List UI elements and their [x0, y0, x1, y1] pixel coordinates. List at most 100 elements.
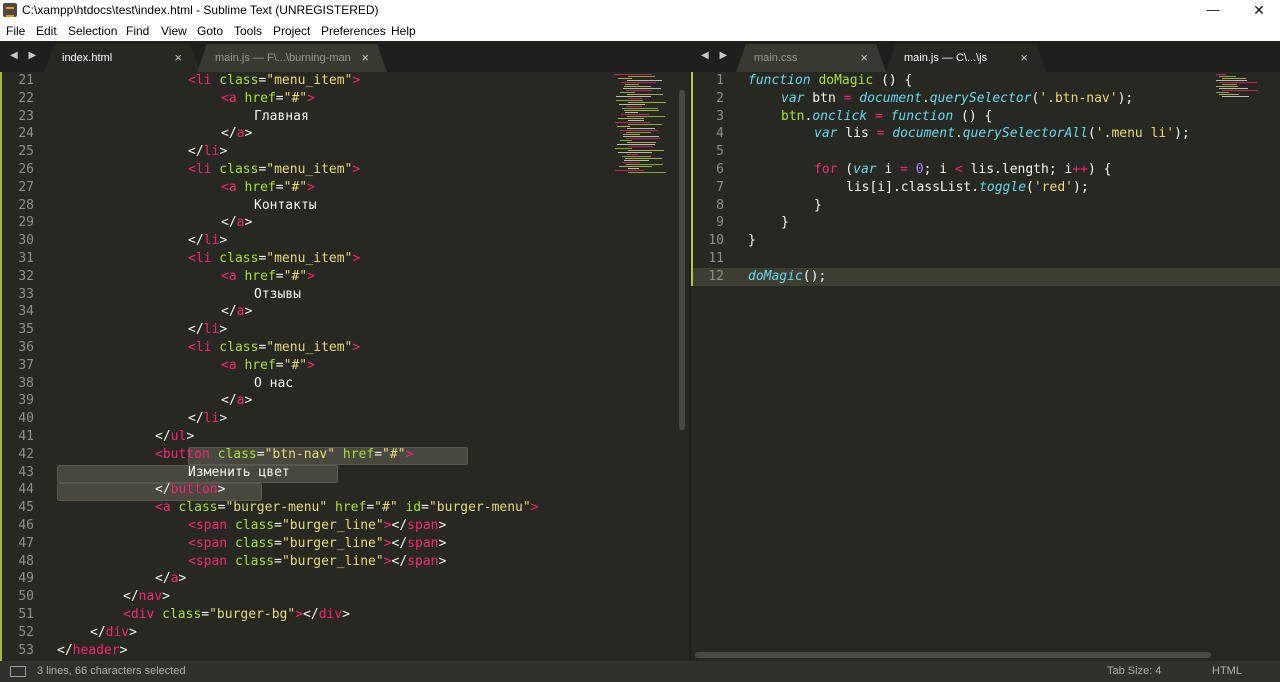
code-token: <a: [221, 268, 237, 284]
menu-goto[interactable]: Goto: [197, 24, 223, 38]
line-number: 7: [716, 179, 724, 195]
code-token: "burger_line": [281, 553, 384, 569]
menu-help[interactable]: Help: [391, 24, 416, 38]
close-tab-icon[interactable]: ×: [1020, 50, 1028, 65]
tab-nav-arrows[interactable]: ◀ ▶: [10, 50, 40, 61]
line-number: 4: [716, 126, 724, 142]
code-token: >: [530, 500, 539, 516]
code-line: <a href="#">: [221, 357, 315, 375]
code-line: </header>: [57, 642, 127, 660]
code-token: <a: [155, 500, 171, 516]
horizontal-scrollbar[interactable]: [695, 652, 1211, 658]
code-token: >: [438, 553, 447, 569]
tab-index-html[interactable]: index.html ×: [44, 44, 200, 72]
code-line: Контакты: [254, 197, 317, 215]
code-token: >: [162, 589, 170, 605]
close-tab-icon[interactable]: ×: [860, 50, 868, 65]
menu-edit[interactable]: Edit: [36, 24, 57, 38]
code-token: () {: [873, 73, 913, 88]
code-line: </nav>: [123, 588, 170, 606]
code-token: >: [244, 393, 253, 409]
minimap-line: [625, 138, 660, 139]
code-token: <a: [221, 179, 237, 195]
line-number: 23: [18, 108, 34, 124]
code-token: >: [352, 251, 361, 266]
code-token: ++: [1072, 162, 1088, 177]
left-editor-pane[interactable]: 21 22 23 24 25 26 27 28 29 30 31 32 33 34 35 36 37 38 39 40…: [0, 72, 689, 661]
menu-find[interactable]: Find: [126, 24, 149, 38]
code-token: );: [1174, 126, 1190, 142]
minimap-line: [626, 154, 639, 155]
line-number: 2: [716, 90, 724, 106]
code-token: ();: [802, 268, 827, 284]
line-number: 52: [18, 624, 34, 640]
code-token: <span: [188, 535, 228, 551]
code-token: "#": [283, 90, 308, 106]
tab-main-css[interactable]: main.css ×: [736, 44, 886, 72]
minimap-line: [1219, 94, 1239, 95]
menu-project[interactable]: Project: [273, 24, 310, 38]
menu-selection[interactable]: Selection: [68, 24, 117, 38]
right-editor-pane[interactable]: 1 2 3 4 5 6 7 8 9 10 11 12 function doMagic () {var…: [691, 72, 1280, 661]
close-button[interactable]: ✕: [1236, 0, 1280, 21]
minimap-line: [617, 78, 633, 79]
close-tab-icon[interactable]: ×: [361, 50, 369, 65]
code-token: toggle: [979, 179, 1027, 195]
tab-nav-arrows[interactable]: ◀ ▶: [701, 50, 731, 61]
minimap-line: [1219, 88, 1248, 89]
close-tab-icon[interactable]: ×: [174, 50, 182, 65]
menu-file[interactable]: File: [6, 24, 25, 38]
line-number: 48: [18, 553, 34, 569]
code-token: >: [352, 162, 361, 177]
line-number: 12: [708, 268, 724, 284]
minimap-line: [615, 170, 645, 171]
tab-main-js[interactable]: main.js — C\...\js ×: [886, 44, 1046, 72]
code-token: ul: [170, 429, 187, 444]
vertical-scrollbar[interactable]: [679, 90, 685, 430]
tab-size-indicator[interactable]: Tab Size: 4: [1107, 665, 1161, 677]
minimap-line: [620, 140, 633, 141]
minimize-button[interactable]: —: [1190, 0, 1236, 21]
code-token: <a: [221, 90, 237, 106]
code-token: nav: [138, 589, 163, 605]
menu-preferences[interactable]: Preferences: [321, 24, 386, 38]
minimap-line: [618, 118, 644, 119]
code-token: >: [405, 446, 414, 462]
code-token: onclick: [812, 108, 868, 124]
code-token: lis.length; i: [962, 162, 1073, 177]
tab-main-js-burning-man[interactable]: main.js — F\...\burning-man ×: [197, 44, 387, 72]
panel-toggle-icon[interactable]: [10, 666, 26, 677]
code-token: </: [221, 393, 237, 409]
code-line: <a href="#">: [221, 90, 315, 108]
code-token: class: [170, 500, 218, 516]
code-token: var: [814, 126, 838, 142]
menu-view[interactable]: View: [161, 24, 187, 38]
code-token: class: [209, 446, 257, 462]
minimap-line: [627, 120, 645, 121]
code-token: <span: [188, 518, 228, 533]
line-number: 41: [18, 429, 34, 444]
line-number: 9: [716, 215, 724, 231]
minimap-line: [1222, 96, 1249, 97]
code-token: >: [219, 322, 228, 338]
menu-tools[interactable]: Tools: [234, 24, 262, 38]
minimap-line: [1216, 80, 1247, 81]
syntax-indicator[interactable]: HTML: [1212, 665, 1242, 677]
code-token: Контакты: [254, 197, 317, 213]
line-number: 11: [708, 251, 724, 266]
code-token: class: [227, 553, 275, 569]
code-token: </: [188, 322, 204, 338]
minimap-line: [627, 172, 666, 173]
minimap-line: [621, 162, 640, 163]
code-token: "#": [382, 446, 406, 462]
code-line: <span class="burger_line"></span>: [188, 517, 446, 535]
selection-status: 3 lines, 66 characters selected: [37, 665, 186, 677]
code-token: </: [188, 411, 204, 427]
line-number: 35: [18, 322, 34, 338]
code-token: >: [217, 482, 226, 498]
line-number: 50: [18, 589, 34, 605]
line-number: 28: [18, 197, 34, 213]
code-token: =: [421, 500, 429, 516]
